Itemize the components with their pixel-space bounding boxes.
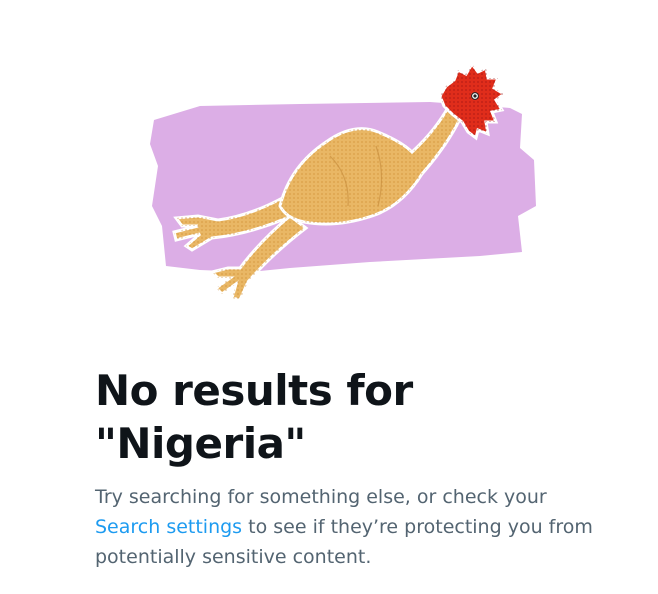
- search-empty-page: No results for "Nigeria" Try searching f…: [0, 0, 658, 594]
- title-line-2: "Nigeria": [95, 419, 306, 468]
- search-settings-link[interactable]: Search settings: [95, 516, 242, 538]
- empty-state-description: Try searching for something else, or che…: [95, 482, 615, 572]
- description-before: Try searching for something else, or che…: [95, 486, 547, 508]
- empty-state: No results for "Nigeria" Try searching f…: [95, 364, 615, 572]
- empty-state-title: No results for "Nigeria": [95, 364, 615, 470]
- rubber-chicken-illustration: [140, 56, 550, 316]
- title-line-1: No results for: [95, 366, 413, 415]
